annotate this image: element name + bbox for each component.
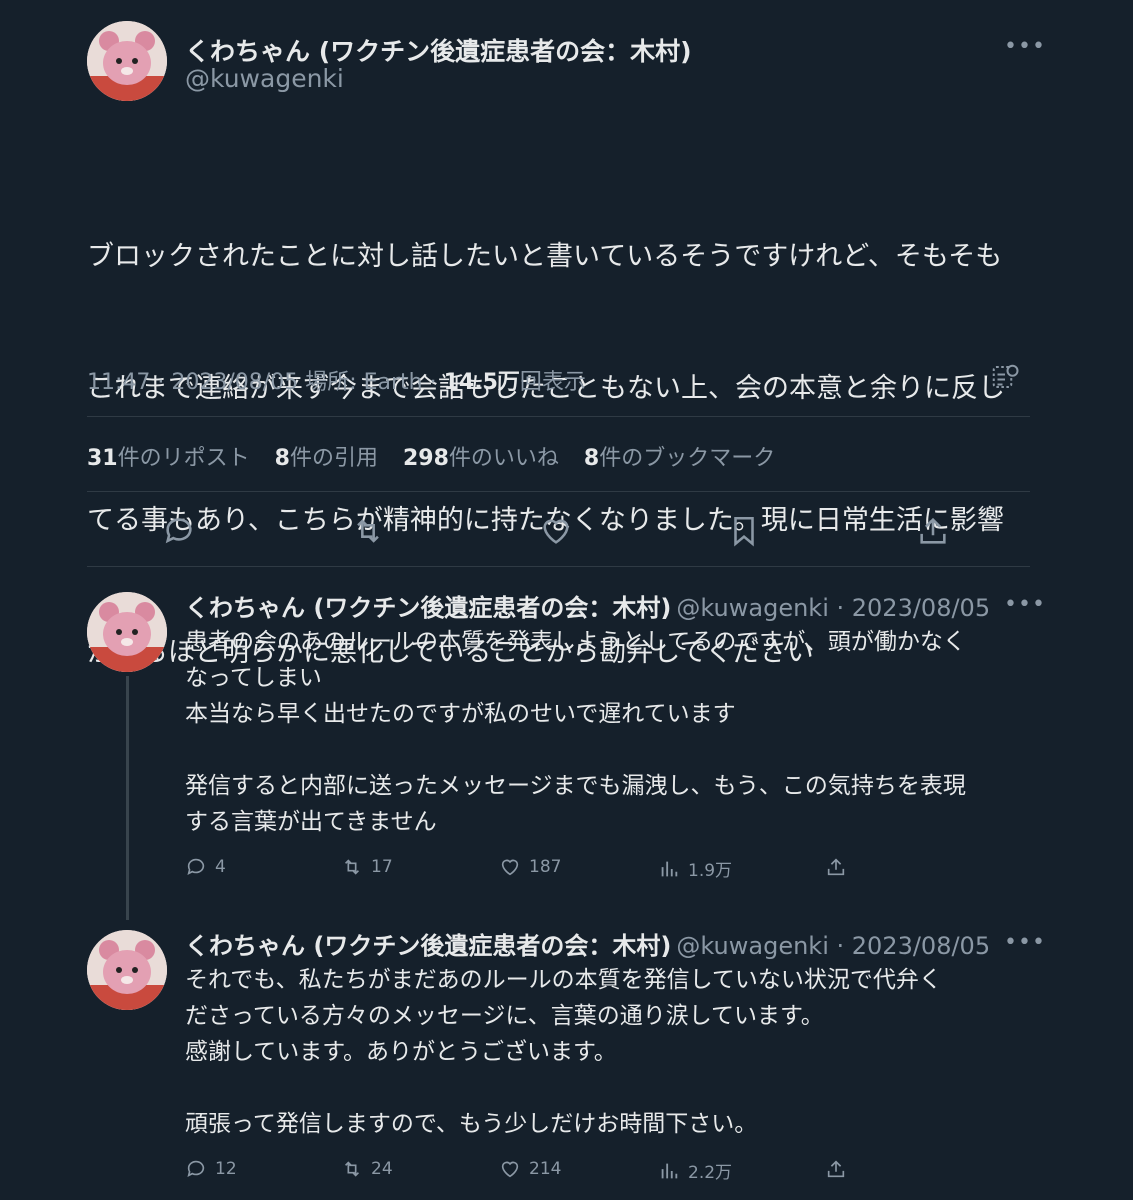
stat-label: 件のブックマーク: [599, 446, 776, 471]
retweet-icon: [344, 1161, 360, 1177]
views-icon: [661, 861, 678, 876]
stat-quotes[interactable]: 8件の引用: [275, 446, 396, 471]
retweet-count[interactable]: 24: [341, 1158, 393, 1180]
avatar[interactable]: [87, 21, 167, 101]
like-icon: [501, 859, 519, 876]
like-count[interactable]: 187: [499, 856, 561, 878]
retweet-icon[interactable]: [351, 514, 385, 548]
author-handle[interactable]: @kuwagenki: [676, 594, 828, 622]
reply-date[interactable]: 2023/08/05: [852, 932, 990, 960]
stat-number: 8: [274, 446, 290, 471]
reply-icon: [187, 1160, 205, 1177]
divider: [87, 491, 1030, 492]
bookmark-icon[interactable]: [727, 514, 761, 548]
reply-count[interactable]: 12: [185, 1158, 237, 1180]
engagement-stats: 31件のリポスト 8件の引用 298件のいいね 8件のブックマーク: [87, 440, 793, 472]
divider: [87, 416, 1030, 417]
like-icon[interactable]: [539, 514, 573, 548]
analytics-icon[interactable]: [990, 362, 1020, 392]
reply-text: 患者の会のあのルールの本質を発表しようとしてるのですが、頭が働かなく なってしま…: [185, 629, 966, 835]
reply-count-value: 12: [215, 1159, 237, 1179]
reply-count[interactable]: 4: [185, 856, 226, 878]
author-name[interactable]: くわちゃん (ワクチン後遺症患者の会：木村): [185, 32, 692, 68]
share-icon[interactable]: [916, 514, 950, 548]
like-count[interactable]: 214: [499, 1158, 561, 1180]
like-count-value: 214: [529, 1159, 562, 1179]
stat-reposts[interactable]: 31件のリポスト: [87, 446, 268, 471]
tweet-text-line: ブロックされたことに対し話したいと書いているそうですけれど、そもそも: [87, 241, 1003, 272]
reply-header: くわちゃん (ワクチン後遺症患者の会：木村) @kuwagenki · 2023…: [185, 932, 991, 960]
retweet-count-value: 17: [371, 857, 393, 877]
stat-label: 件の引用: [289, 446, 378, 471]
retweet-icon: [344, 859, 360, 875]
avatar[interactable]: [87, 930, 167, 1010]
reply-count-value: 4: [215, 857, 226, 877]
view-count-value: 1.9万: [688, 861, 733, 881]
tweet-date[interactable]: 2023/08/05: [171, 370, 298, 395]
share-icon: [827, 1160, 845, 1178]
stat-label: 件のいいね: [448, 446, 559, 471]
reply-date[interactable]: 2023/08/05: [852, 594, 990, 622]
reply-text: それでも、私たちがまだあのルールの本質を発信していない状況で代弁く ださっている…: [185, 967, 942, 1137]
reply-icon[interactable]: [162, 514, 196, 548]
retweet-count[interactable]: 17: [341, 856, 393, 878]
author-handle[interactable]: @kuwagenki: [185, 64, 344, 93]
divider: [87, 566, 1030, 567]
thread-line: [126, 676, 129, 920]
stat-number: 31: [87, 446, 118, 471]
stat-label: 件のリポスト: [117, 446, 250, 471]
more-options-icon[interactable]: •••: [1004, 930, 1046, 955]
reply-header: くわちゃん (ワクチン後遺症患者の会：木村) @kuwagenki · 2023…: [185, 594, 991, 622]
tweet-meta: 11:47 · 2023/08/05 場所: Earth · 14.5万回表示: [87, 370, 586, 395]
share-button[interactable]: [825, 1158, 847, 1180]
stat-likes[interactable]: 298件のいいね: [403, 446, 577, 471]
author-handle[interactable]: @kuwagenki: [676, 932, 828, 960]
author-name[interactable]: くわちゃん (ワクチン後遺症患者の会：木村): [185, 932, 671, 960]
more-options-icon[interactable]: •••: [1004, 34, 1046, 59]
reply-icon: [187, 858, 205, 875]
tweet-location: 場所: Earth: [305, 370, 423, 395]
like-count-value: 187: [529, 857, 562, 877]
share-button[interactable]: [825, 856, 847, 878]
stat-number: 298: [402, 446, 449, 471]
view-count-value: 2.2万: [688, 1163, 733, 1183]
views-icon: [661, 1163, 678, 1178]
share-icon: [827, 858, 845, 876]
view-count[interactable]: 1.9万: [658, 856, 732, 881]
stat-number: 8: [583, 446, 600, 471]
stat-bookmarks[interactable]: 8件のブックマーク: [584, 446, 793, 471]
views-label: 回表示: [519, 370, 586, 395]
avatar[interactable]: [87, 592, 167, 672]
more-options-icon[interactable]: •••: [1004, 592, 1046, 617]
author-name[interactable]: くわちゃん (ワクチン後遺症患者の会：木村): [185, 594, 671, 622]
tweet-time[interactable]: 11:47: [87, 370, 150, 395]
like-icon: [501, 1161, 519, 1178]
views-count: 14.5万: [443, 370, 520, 395]
view-count[interactable]: 2.2万: [658, 1158, 732, 1183]
retweet-count-value: 24: [371, 1159, 393, 1179]
